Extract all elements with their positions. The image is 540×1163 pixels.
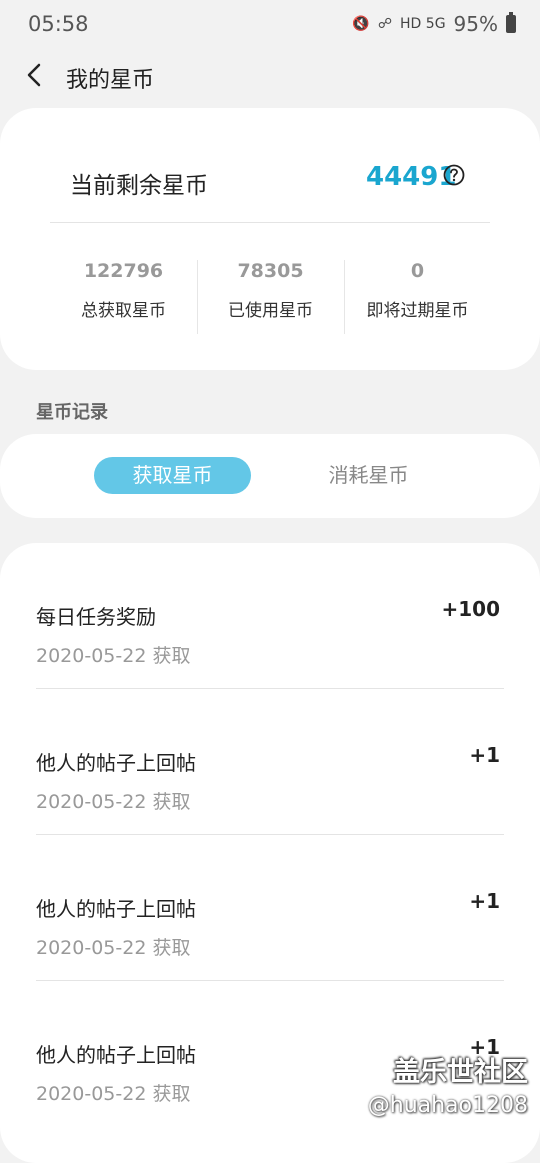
record-amount: +1 [469,889,500,913]
page-title: 我的星币 [66,68,155,93]
record-title: 他人的帖子上回帖 [36,897,196,921]
summary-divider [50,222,490,223]
stat-expiring: 0 即将过期星币 [344,260,491,321]
back-arrow-icon[interactable] [22,62,48,88]
record-date: 2020-05-22 获取 [36,937,191,959]
wifi-icon: ☍ [377,16,393,32]
stat-value: 122796 [83,260,164,282]
help-icon[interactable] [443,164,465,186]
stat-label: 即将过期星币 [366,301,469,321]
record-title: 他人的帖子上回帖 [36,1043,196,1067]
stat-value: 0 [410,260,425,282]
records-section-title: 星币记录 [36,402,108,423]
stat-value: 78305 [237,260,304,282]
tab-earned[interactable]: 获取星币 [94,457,251,494]
battery-icon [506,12,516,33]
balance-label: 当前剩余星币 [70,173,208,199]
record-amount: +1 [469,743,500,767]
stat-used: 78305 已使用星币 [197,260,344,321]
status-time: 05:58 [28,12,89,36]
status-icons: 🔇 ☍ HD 5G 95% [352,12,516,36]
record-amount: +100 [441,597,500,621]
stat-total-earned: 122796 总获取星币 [50,260,197,321]
record-title: 他人的帖子上回帖 [36,751,196,775]
records-tabs: 获取星币 消耗星币 [0,434,540,518]
list-item[interactable]: 他人的帖子上回帖 +1 2020-05-22 获取 [36,689,504,835]
watermark-user: @huahao1208 [367,1093,528,1118]
stat-label: 已使用星币 [228,301,313,321]
mute-icon: 🔇 [352,16,370,32]
record-date: 2020-05-22 获取 [36,1083,191,1105]
list-item[interactable]: 每日任务奖励 +100 2020-05-22 获取 [36,543,504,689]
status-bar: 05:58 🔇 ☍ HD 5G 95% [0,0,540,50]
record-date: 2020-05-22 获取 [36,645,191,667]
stat-label: 总获取星币 [81,301,166,321]
tab-spent[interactable]: 消耗星币 [290,457,447,494]
record-date: 2020-05-22 获取 [36,791,191,813]
network-indicator: HD 5G [400,16,446,32]
list-item[interactable]: 他人的帖子上回帖 +1 2020-05-22 获取 [36,835,504,981]
battery-percent: 95% [453,12,498,36]
record-title: 每日任务奖励 [36,605,156,629]
balance-summary-card: 当前剩余星币 44491 122796 总获取星币 78305 已使用星币 0 … [0,108,540,370]
watermark-brand: 盖乐世社区 [393,1057,528,1088]
community-watermark: 盖乐世社区 @huahao1208 [368,1050,528,1118]
app-header: 我的星币 [0,50,540,102]
